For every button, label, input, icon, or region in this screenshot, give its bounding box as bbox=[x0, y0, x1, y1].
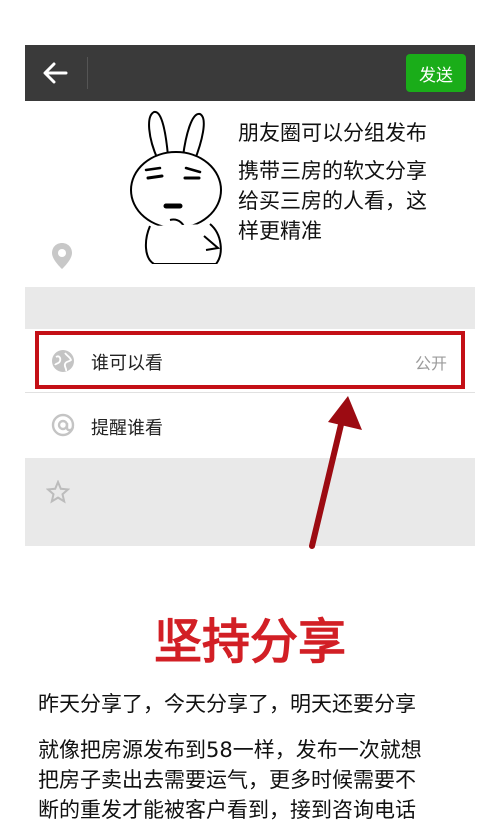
section-spacer bbox=[25, 458, 475, 546]
globe-icon bbox=[52, 350, 74, 372]
who-can-see-label: 谁可以看 bbox=[91, 353, 163, 374]
remind-who-row[interactable]: 提醒谁看 bbox=[25, 393, 475, 458]
post-composer-page: 发送 朋友圈可以分组发布 携带三房的软文分享 给买三房的人看，这 样更精准 谁可… bbox=[0, 0, 500, 822]
paragraph-text: 就像把房源发布到58一样，发布一次就想 bbox=[38, 738, 422, 762]
annotation-title: 朋友圈可以分组发布 bbox=[238, 121, 427, 145]
annotation-line: 样更精准 bbox=[238, 219, 322, 243]
top-bar: 发送 bbox=[25, 45, 475, 101]
back-button[interactable] bbox=[35, 55, 75, 91]
annotation-line: 给买三房的人看，这 bbox=[238, 189, 427, 213]
remind-who-label: 提醒谁看 bbox=[91, 418, 163, 439]
send-button[interactable]: 发送 bbox=[406, 54, 466, 92]
paragraph-text: 昨天分享了，今天分享了，明天还要分享 bbox=[38, 692, 416, 716]
star-icon[interactable] bbox=[46, 480, 70, 504]
paragraph-text: 把房子卖出去需要运气，更多时候需要不 bbox=[38, 768, 416, 792]
back-arrow-icon bbox=[43, 62, 68, 84]
top-bar-divider bbox=[87, 57, 88, 89]
section-spacer bbox=[25, 287, 475, 329]
paragraph-text: 断的重发才能被客户看到，接到咨询电话 bbox=[38, 798, 416, 822]
at-icon bbox=[51, 413, 75, 437]
rabbit-meme-illustration bbox=[130, 111, 222, 264]
who-can-see-row[interactable]: 谁可以看 公开 bbox=[25, 329, 475, 393]
annotation-line: 携带三房的软文分享 bbox=[238, 159, 427, 183]
location-pin-icon[interactable] bbox=[50, 242, 74, 270]
who-can-see-value: 公开 bbox=[414, 354, 447, 373]
headline: 坚持分享 bbox=[153, 614, 346, 670]
